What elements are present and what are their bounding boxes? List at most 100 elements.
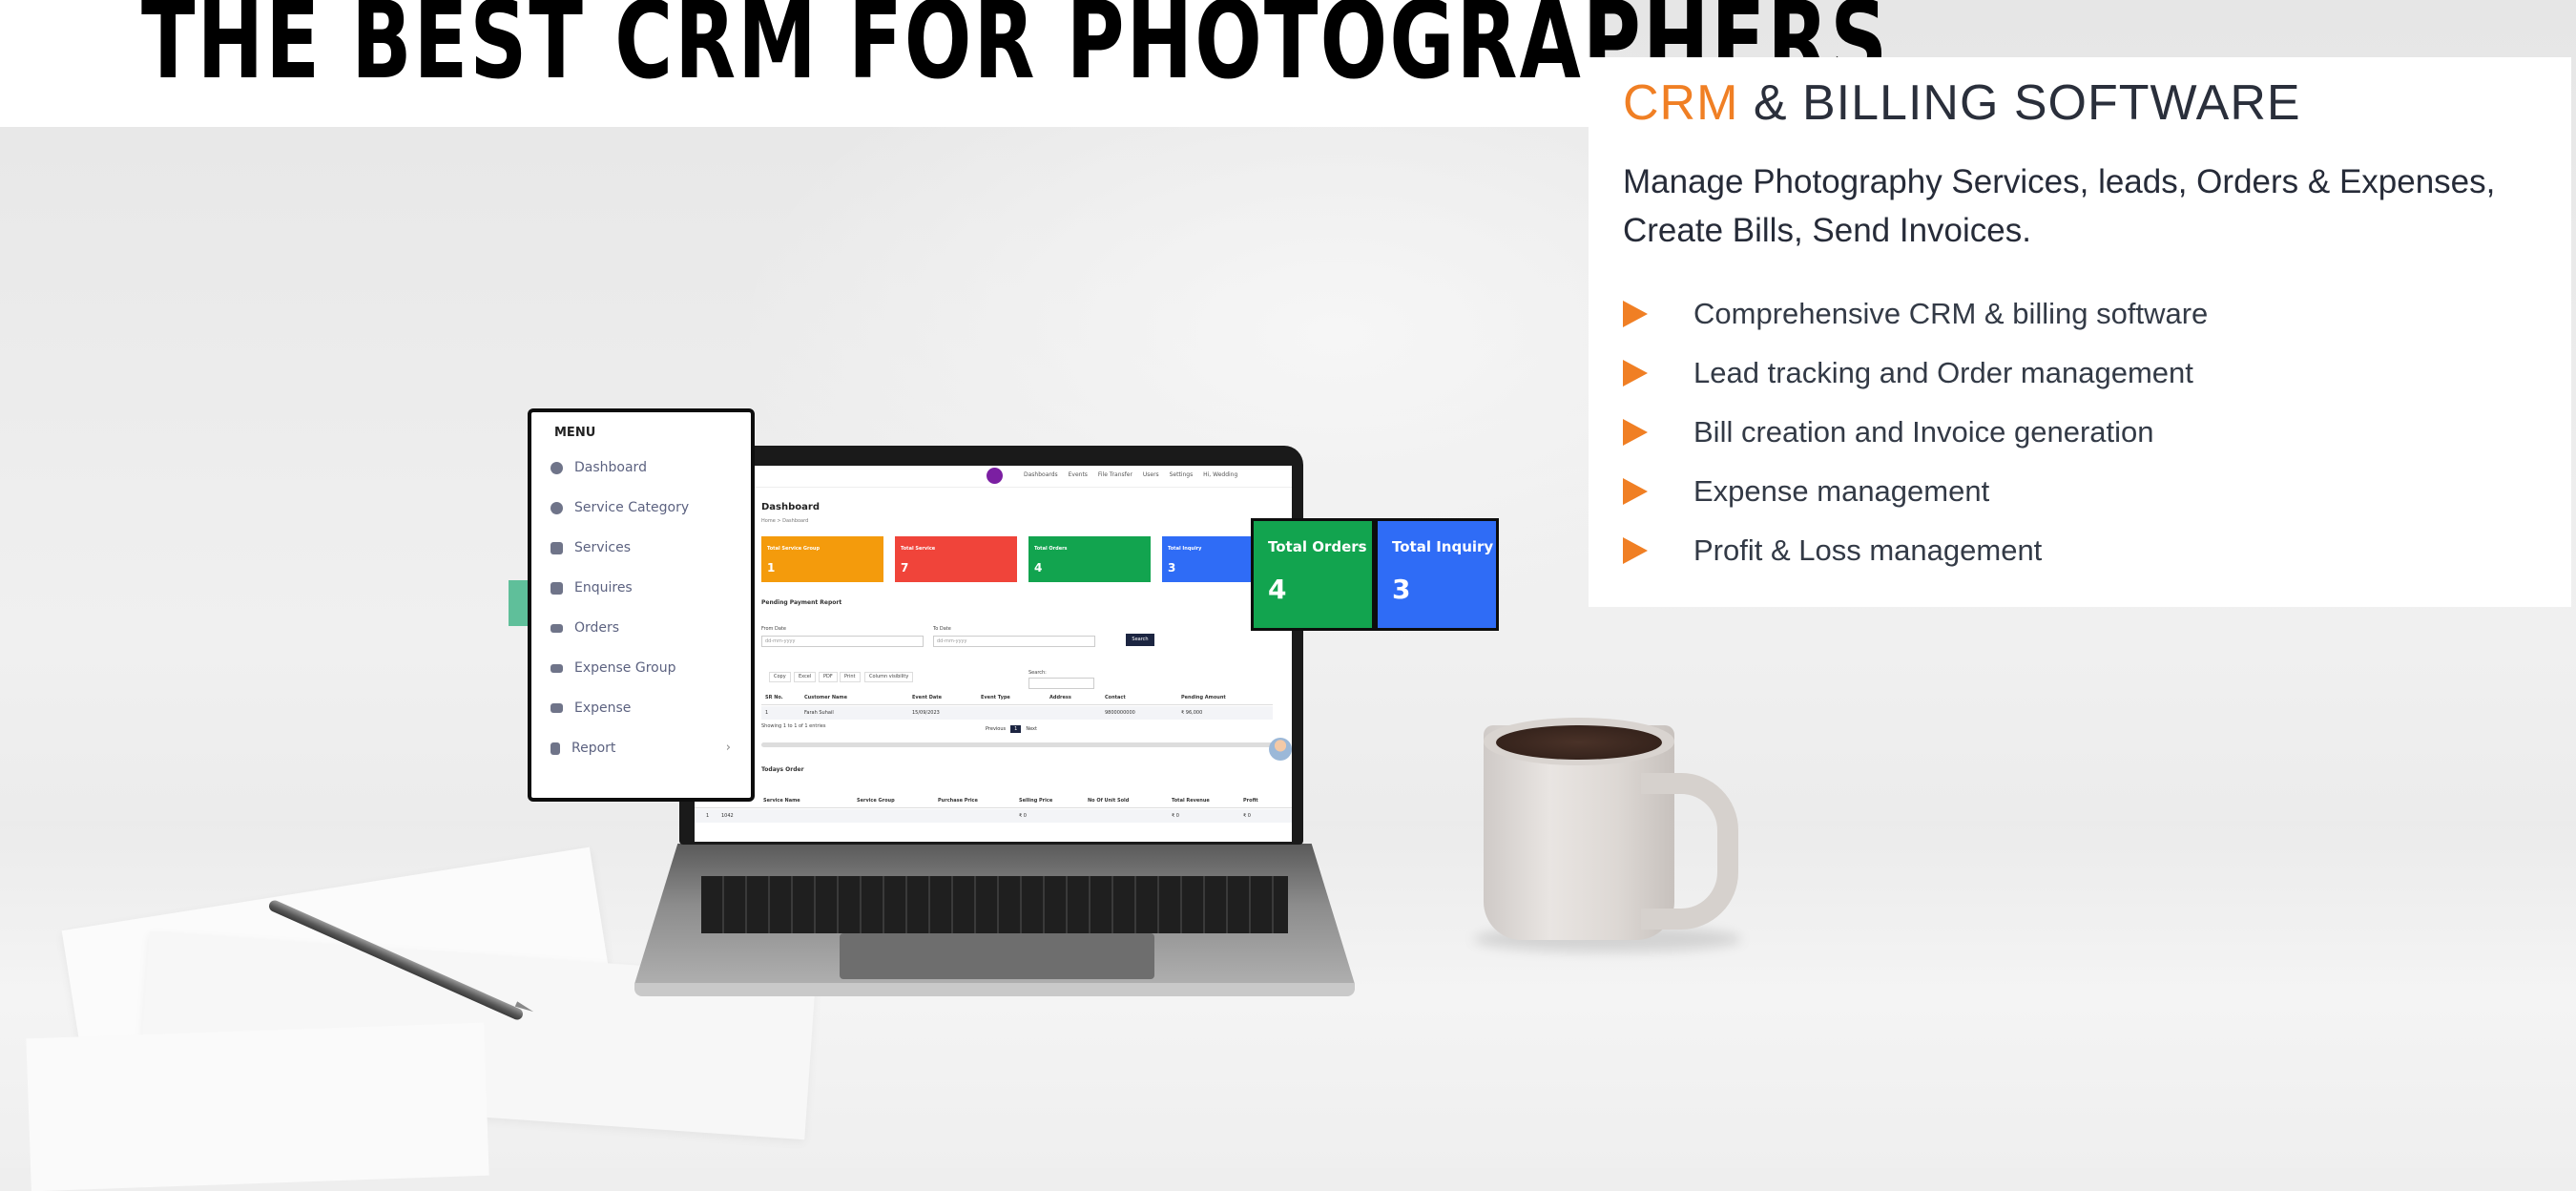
print-button[interactable]: Print — [840, 672, 861, 682]
table-search-label: Search: — [1028, 670, 1047, 676]
from-date-input[interactable]: dd-mm-yyyy — [761, 636, 924, 647]
table-info: Showing 1 to 1 of 1 entries — [761, 723, 826, 729]
support-avatar-icon[interactable] — [1269, 738, 1292, 761]
column-header: Purchase Price — [938, 798, 978, 804]
sidebar-item-label: Orders — [574, 620, 620, 636]
card-service-group: Total Service Group 1 — [761, 536, 883, 582]
card-value: 4 — [1034, 561, 1043, 575]
feature-text: Lead tracking and Order management — [1693, 356, 2193, 389]
previous-page-button[interactable]: Previous — [986, 726, 1006, 732]
feature-item: Comprehensive CRM & billing software — [1623, 284, 2208, 344]
sidebar-item-label: Dashboard — [574, 460, 647, 475]
cell: ₹ 96,000 — [1181, 710, 1203, 716]
sidebar-item-label: Expense Group — [574, 660, 676, 676]
nav-users[interactable]: Users — [1143, 471, 1159, 478]
next-page-button[interactable]: Next — [1026, 726, 1037, 732]
pdf-button[interactable]: PDF — [819, 672, 838, 682]
orders-table-header: # Inv No. Service Name Service Group Pur… — [695, 794, 1292, 808]
app-topnav: Dashboards Events File Transfer Users Se… — [695, 466, 1292, 488]
column-header: SR No. — [765, 695, 783, 700]
card-label: Total Service Group — [767, 546, 821, 552]
sidebar-item-enquires[interactable]: Enquires — [551, 574, 737, 602]
to-date-input[interactable]: dd-mm-yyyy — [933, 636, 1095, 647]
breadcrumb: Home > Dashboard — [761, 518, 809, 524]
stat-value: 3 — [1392, 574, 1411, 605]
coffee — [1496, 725, 1662, 760]
feature-text: Comprehensive CRM & billing software — [1693, 297, 2209, 330]
sidebar-item-orders[interactable]: Orders — [551, 614, 737, 642]
sidebar-item-label: Service Category — [574, 500, 690, 515]
copy-button[interactable]: Copy — [769, 672, 791, 682]
info-subtitle: Manage Photography Services, leads, Orde… — [1623, 163, 2496, 249]
sidebar-item-report[interactable]: Report › — [551, 734, 737, 763]
camera-icon — [551, 541, 563, 554]
sidebar-item-label: Services — [574, 540, 632, 555]
column-visibility-button[interactable]: Column visibility — [864, 672, 914, 682]
pending-table-header: SR No. Customer Name Event Date Event Ty… — [761, 691, 1273, 705]
nav-dashboards[interactable]: Dashboards — [1024, 471, 1058, 478]
from-date-label: From Date — [761, 626, 786, 632]
column-header: Total Revenue — [1172, 798, 1210, 804]
cell: 1 — [765, 710, 769, 716]
mug-handle — [1641, 773, 1738, 930]
sidebar-item-expense-group[interactable]: Expense Group — [551, 654, 737, 682]
search-button[interactable]: Search — [1126, 634, 1154, 646]
card-icon — [551, 623, 563, 633]
sidebar-item-expense[interactable]: Expense — [551, 694, 737, 722]
paper-sheet — [26, 1022, 489, 1191]
cell: 9800000000 — [1105, 710, 1135, 716]
play-arrow-icon — [1623, 301, 1648, 327]
feature-item: Lead tracking and Order management — [1623, 344, 2208, 403]
table-row[interactable]: 1 Farah Suhail 15/09/2023 9800000000 ₹ 9… — [761, 706, 1273, 720]
sidebar-menu: MENU Dashboard Service Category Services… — [528, 408, 755, 802]
calendar-icon — [551, 581, 563, 595]
play-arrow-icon — [1623, 360, 1648, 387]
document-icon — [551, 742, 560, 755]
card-label: Total Inquiry — [1168, 546, 1202, 552]
sidebar-item-label: Expense — [574, 700, 632, 716]
pagination: Previous 1 Next — [986, 725, 1037, 733]
card-value: 1 — [767, 561, 776, 575]
headline-band: THE BEST CRM FOR PHOTOGRAPHERS — [0, 0, 1887, 127]
column-header: Contact — [1105, 695, 1126, 700]
tag-icon — [551, 501, 563, 514]
total-inquiry-card[interactable]: Total Inquiry 3 — [1375, 518, 1499, 631]
todays-order-title: Todays Order — [761, 766, 804, 773]
column-header: Customer Name — [804, 695, 847, 700]
feature-item: Profit & Loss management — [1623, 521, 2208, 580]
page-button[interactable]: 1 — [1010, 725, 1022, 733]
cell: Farah Suhail — [804, 710, 834, 716]
stat-label: Total Inquiry — [1392, 538, 1494, 555]
table-row[interactable]: 1 1042 ₹ 0 ₹ 0 ₹ 0 — [695, 809, 1292, 823]
column-header: Service Name — [763, 798, 800, 804]
column-header: Event Date — [912, 695, 943, 700]
money-icon — [551, 663, 563, 673]
total-orders-card[interactable]: Total Orders 4 — [1251, 518, 1375, 631]
card-service: Total Service 7 — [895, 536, 1017, 582]
cell: 15/09/2023 — [912, 710, 940, 716]
table-search-input[interactable] — [1028, 678, 1094, 689]
feature-text: Bill creation and Invoice generation — [1693, 415, 2154, 449]
cell: 1 — [706, 813, 710, 819]
feature-text: Profit & Loss management — [1693, 533, 2043, 567]
excel-button[interactable]: Excel — [794, 672, 817, 682]
nav-user-menu[interactable]: Hi, Wedding — [1203, 471, 1237, 478]
sidebar-item-service-category[interactable]: Service Category — [551, 493, 737, 522]
nav-settings[interactable]: Settings — [1170, 471, 1194, 478]
sidebar-item-services[interactable]: Services — [551, 533, 737, 562]
laptop-screen: Dashboards Events File Transfer Users Se… — [695, 466, 1292, 842]
horizontal-scrollbar[interactable] — [761, 742, 1273, 747]
laptop-edge — [634, 983, 1355, 996]
stat-value: 4 — [1268, 574, 1287, 605]
nav-events[interactable]: Events — [1069, 471, 1088, 478]
sidebar-item-dashboard[interactable]: Dashboard — [551, 453, 737, 482]
to-date-label: To Date — [933, 626, 951, 632]
info-title-rest: & BILLING SOFTWARE — [1738, 75, 2301, 131]
laptop-trackpad — [840, 933, 1154, 979]
menu-title: MENU — [554, 426, 596, 440]
app-logo[interactable] — [987, 468, 1003, 484]
column-header: Event Type — [981, 695, 1010, 700]
play-arrow-icon — [1623, 537, 1648, 564]
nav-file-transfer[interactable]: File Transfer — [1098, 471, 1132, 478]
stat-label: Total Orders — [1268, 538, 1367, 555]
